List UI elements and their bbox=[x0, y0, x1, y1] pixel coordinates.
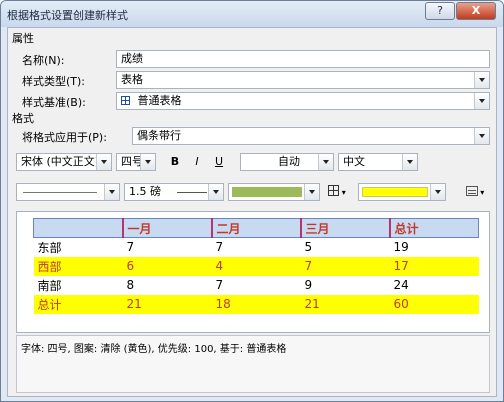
table-cell: 4 bbox=[211, 256, 301, 276]
table-cell: 21 bbox=[300, 294, 390, 314]
table-cell: 5 bbox=[304, 240, 313, 255]
dialog-body: 属性 名称(N): 成绩 样式类型(T): 表格 样式基准(B): 普通表格 格… bbox=[7, 27, 497, 397]
line-style-icon bbox=[23, 192, 97, 193]
preview-header-cell bbox=[33, 218, 123, 238]
table-cell: 60 bbox=[389, 294, 479, 314]
preview-header-cell: 一月 bbox=[121, 218, 212, 238]
table-cell: 7 bbox=[215, 240, 224, 255]
table-cell: 21 bbox=[122, 294, 212, 314]
apply-to-select[interactable]: 偶条带行 bbox=[132, 127, 490, 145]
table-cell: 西部 bbox=[33, 256, 123, 276]
style-preview: 一月 二月 三月 总计 东部 7 7 5 19 西部 6 4 7 17 南部 8… bbox=[16, 211, 490, 333]
table-cell: 17 bbox=[389, 256, 479, 276]
border-width-value: 1.5 磅 bbox=[129, 185, 161, 198]
preview-header-cell: 三月 bbox=[299, 218, 390, 238]
preview-header-cell: 二月 bbox=[210, 218, 301, 238]
apply-to-value: 偶条带行 bbox=[137, 129, 181, 142]
apply-to-label: 将格式应用于(P): bbox=[22, 131, 107, 144]
border-color-select[interactable] bbox=[228, 183, 320, 201]
table-row: 总计 21 18 21 60 bbox=[33, 294, 479, 314]
table-cell: 南部 bbox=[37, 278, 62, 293]
properties-section-label: 属性 bbox=[12, 32, 34, 45]
chevron-down-icon[interactable] bbox=[140, 154, 155, 170]
new-style-dialog: 根据格式设置创建新样式 ? X 属性 名称(N): 成绩 样式类型(T): 表格… bbox=[0, 0, 504, 402]
table-grid-icon bbox=[121, 96, 130, 105]
chevron-down-icon[interactable] bbox=[318, 154, 333, 170]
style-type-value: 表格 bbox=[121, 73, 143, 86]
chevron-down-icon[interactable] bbox=[104, 184, 119, 200]
preview-header-cell: 总计 bbox=[388, 218, 479, 238]
table-cell: 7 bbox=[300, 256, 390, 276]
chevron-down-icon[interactable] bbox=[474, 93, 489, 109]
table-cell: 7 bbox=[126, 240, 135, 255]
preview-table: 一月 二月 三月 总计 东部 7 7 5 19 西部 6 4 7 17 南部 8… bbox=[33, 218, 479, 314]
chevron-down-icon[interactable] bbox=[474, 128, 489, 144]
style-type-select[interactable]: 表格 bbox=[116, 71, 490, 89]
shading-color-select[interactable] bbox=[358, 183, 446, 201]
font-color-value: 自动 bbox=[278, 155, 300, 168]
help-button[interactable]: ? bbox=[425, 2, 455, 20]
align-icon bbox=[465, 186, 478, 196]
table-cell: 24 bbox=[393, 278, 409, 292]
style-base-select[interactable]: 普通表格 bbox=[116, 92, 490, 110]
close-button[interactable]: X bbox=[456, 2, 496, 20]
shading-color-swatch bbox=[362, 187, 428, 197]
align-button[interactable]: ▾ bbox=[460, 183, 490, 201]
table-cell: 东部 bbox=[37, 240, 62, 255]
chevron-down-icon: ▾ bbox=[339, 188, 346, 197]
border-style-select[interactable] bbox=[16, 183, 120, 201]
chevron-down-icon[interactable] bbox=[304, 184, 319, 200]
font-size-select[interactable]: 四号 bbox=[116, 153, 156, 171]
style-description: 字体: 四号, 图案: 清除 (黄色), 优先级: 100, 基于: 普通表格 bbox=[16, 335, 490, 393]
line-width-icon bbox=[177, 192, 207, 193]
title-bar[interactable]: 根据格式设置创建新样式 ? X bbox=[1, 1, 503, 27]
table-cell: 7 bbox=[215, 278, 224, 292]
font-family-select[interactable]: 宋体 (中文正文) bbox=[16, 153, 112, 171]
dialog-title: 根据格式设置创建新样式 bbox=[7, 9, 128, 22]
table-row: 南部 8 7 9 24 bbox=[34, 276, 479, 295]
chevron-down-icon[interactable] bbox=[474, 72, 489, 88]
table-cell: 19 bbox=[393, 240, 409, 255]
name-label: 名称(N): bbox=[22, 54, 65, 67]
name-input[interactable]: 成绩 bbox=[116, 50, 490, 68]
table-cell: 总计 bbox=[33, 294, 123, 314]
chevron-down-icon[interactable] bbox=[402, 154, 417, 170]
language-select[interactable]: 中文 bbox=[338, 153, 418, 171]
chevron-down-icon[interactable] bbox=[96, 154, 111, 170]
italic-button[interactable]: I bbox=[188, 153, 206, 171]
base-label: 样式基准(B): bbox=[22, 96, 86, 109]
border-color-swatch bbox=[232, 187, 302, 197]
chevron-down-icon: ▾ bbox=[477, 188, 485, 197]
table-row: 东部 7 7 5 19 bbox=[34, 238, 479, 257]
table-row: 西部 6 4 7 17 bbox=[33, 256, 479, 276]
table-cell: 9 bbox=[304, 278, 313, 292]
language-value: 中文 bbox=[343, 155, 365, 168]
font-family-value: 宋体 (中文正文) bbox=[21, 155, 100, 168]
preview-header-row: 一月 二月 三月 总计 bbox=[33, 218, 479, 238]
chevron-down-icon[interactable] bbox=[430, 184, 445, 200]
table-cell: 18 bbox=[211, 294, 301, 314]
border-width-select[interactable]: 1.5 磅 bbox=[124, 183, 224, 201]
borders-button[interactable]: ▾ bbox=[324, 183, 350, 201]
type-label: 样式类型(T): bbox=[22, 75, 86, 88]
underline-button[interactable]: U bbox=[210, 153, 228, 171]
bold-button[interactable]: B bbox=[166, 153, 184, 171]
format-section-label: 格式 bbox=[12, 112, 34, 125]
border-grid-icon bbox=[328, 185, 340, 196]
chevron-down-icon[interactable] bbox=[208, 184, 223, 200]
style-base-value: 普通表格 bbox=[137, 94, 182, 107]
table-cell: 6 bbox=[122, 256, 212, 276]
table-cell: 8 bbox=[126, 278, 135, 292]
font-color-select[interactable]: 自动 bbox=[240, 153, 334, 171]
